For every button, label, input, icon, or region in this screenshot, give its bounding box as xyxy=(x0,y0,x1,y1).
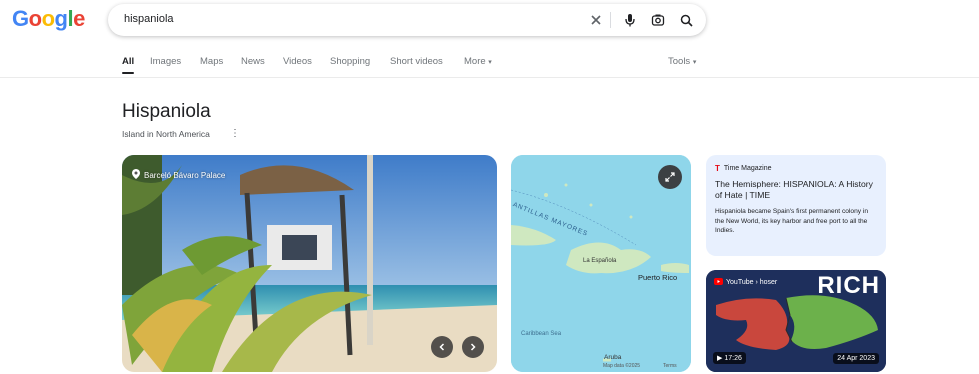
tab-more[interactable]: More ▾ xyxy=(464,56,492,67)
tab-images[interactable]: Images xyxy=(150,56,181,67)
video-card[interactable]: RICH YouTube › hoser ▶ 17:26 24 Apr 2023 xyxy=(706,270,886,372)
google-logo[interactable]: Google xyxy=(12,6,85,32)
camera-search-icon[interactable] xyxy=(648,10,668,30)
tab-more-label: More xyxy=(464,56,486,67)
video-duration: ▶ 17:26 xyxy=(713,352,746,364)
clear-icon[interactable] xyxy=(586,10,606,30)
article-card[interactable]: T Time Magazine The Hemisphere: HISPANIO… xyxy=(706,155,886,256)
article-source: Time Magazine xyxy=(723,165,772,172)
video-source-chip: YouTube › hoser xyxy=(714,278,777,287)
map-card[interactable]: ANTILLAS MAYORES La Española Puerto Rico… xyxy=(511,155,691,372)
logo-letter: g xyxy=(54,6,68,31)
tools-label: Tools xyxy=(668,56,691,67)
map-label-puerto-rico: Puerto Rico xyxy=(638,273,678,282)
logo-letter: e xyxy=(73,6,85,31)
search-box[interactable]: hispaniola xyxy=(108,4,706,36)
youtube-icon xyxy=(714,278,723,287)
next-photo-button[interactable] xyxy=(462,336,484,358)
chevron-left-icon xyxy=(439,343,445,351)
map-attribution: Map data ©2025 xyxy=(603,363,641,369)
time-logo-icon: T xyxy=(715,164,720,173)
expand-map-button[interactable] xyxy=(658,165,682,189)
search-input[interactable]: hispaniola xyxy=(124,13,174,25)
microphone-icon[interactable] xyxy=(620,10,640,30)
map-label-island: La Española xyxy=(583,258,617,264)
tab-short-videos[interactable]: Short videos xyxy=(390,56,443,67)
more-options-icon[interactable]: ⋮ xyxy=(230,128,240,139)
map-label-aruba: Aruba xyxy=(604,354,622,361)
place-chip[interactable]: Barceló Bávaro Palace xyxy=(132,169,225,181)
search-icon[interactable] xyxy=(676,10,696,30)
entity-subtitle: Island in North America xyxy=(122,129,210,139)
entity-title: Hispaniola xyxy=(122,101,211,122)
article-title[interactable]: The Hemisphere: HISPANIOLA: A History of… xyxy=(715,179,877,201)
tab-maps[interactable]: Maps xyxy=(200,56,223,67)
chevron-down-icon: ▾ xyxy=(488,59,492,66)
tools-button[interactable]: Tools ▾ xyxy=(668,56,696,67)
logo-letter: G xyxy=(12,6,29,31)
location-pin-icon xyxy=(132,169,140,181)
tab-news[interactable]: News xyxy=(241,56,265,67)
tab-all[interactable]: All xyxy=(122,56,134,67)
article-snippet: Hispaniola became Spain's first permanen… xyxy=(715,208,868,234)
photo-card[interactable]: Barceló Bávaro Palace xyxy=(122,155,497,372)
video-duration-text: 17:26 xyxy=(724,355,742,362)
article-source-row: T Time Magazine xyxy=(715,164,877,173)
map-label-sea: Caribbean Sea xyxy=(521,331,562,337)
map-terms-link[interactable]: Terms xyxy=(663,363,677,369)
play-icon: ▶ xyxy=(717,355,723,362)
video-source: YouTube › hoser xyxy=(726,279,778,286)
logo-letter: o xyxy=(41,6,55,31)
previous-photo-button[interactable] xyxy=(431,336,453,358)
video-overlay-text: RICH xyxy=(817,272,880,299)
chevron-right-icon xyxy=(470,343,476,351)
expand-icon xyxy=(665,172,675,182)
chevron-down-icon: ▾ xyxy=(692,59,697,66)
logo-letter: o xyxy=(28,6,42,31)
place-name: Barceló Bávaro Palace xyxy=(144,170,226,180)
active-tab-indicator xyxy=(122,72,134,74)
search-divider xyxy=(610,12,611,28)
header-divider xyxy=(0,77,979,78)
tab-videos[interactable]: Videos xyxy=(283,56,312,67)
video-date: 24 Apr 2023 xyxy=(833,353,879,364)
tab-shopping[interactable]: Shopping xyxy=(330,56,370,67)
